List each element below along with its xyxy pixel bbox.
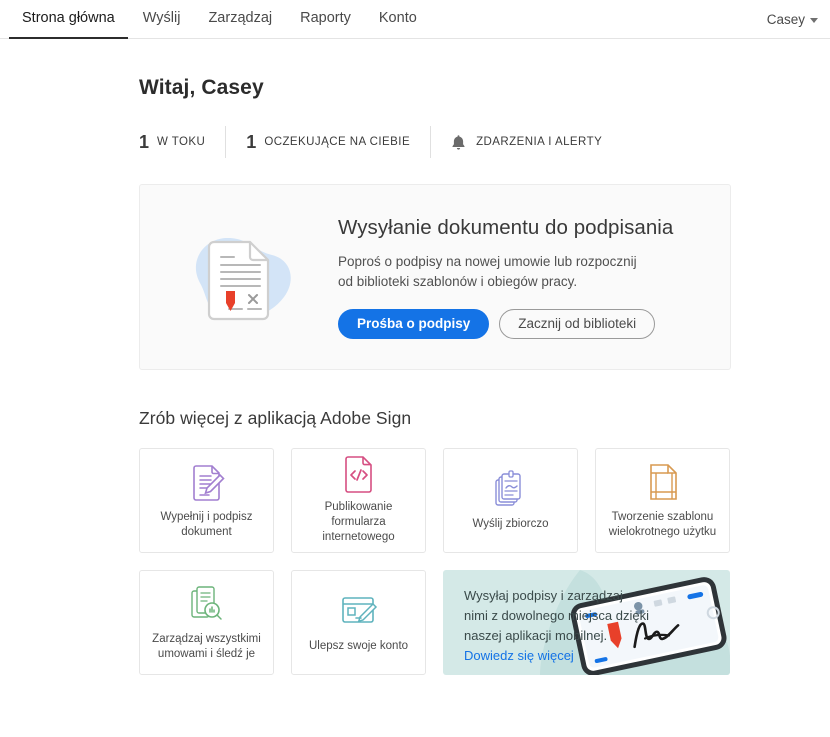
feature-tiles-row-2: Zarządzaj wszystkimi umowami i śledź je … <box>139 570 731 675</box>
tab-label: Zarządzaj <box>208 10 273 26</box>
status-summary-bar: 1 W TOKU 1 OCZEKUJĄCE NA CIEBIE ZDARZENI… <box>139 126 731 158</box>
tab-raporty[interactable]: Raporty <box>286 0 365 38</box>
reusable-template-icon <box>647 460 679 504</box>
stat-label: W TOKU <box>157 136 206 148</box>
stat-in-progress[interactable]: 1 W TOKU <box>139 126 225 158</box>
feature-tiles-row-1: Wypełnij i podpisz dokument Publikowanie <box>139 448 731 553</box>
account-menu[interactable]: Casey <box>767 0 830 38</box>
hero-text-block: Wysyłanie dokumentu do podpisania Poproś… <box>310 216 673 339</box>
account-name: Casey <box>766 11 805 27</box>
tab-zarzadzaj[interactable]: Zarządzaj <box>194 0 286 38</box>
stat-events-and-alerts[interactable]: ZDARZENIA I ALERTY <box>430 126 622 158</box>
page-body: Witaj, Casey 1 W TOKU 1 OCZEKUJĄCE NA CI… <box>0 39 830 675</box>
stat-label: ZDARZENIA I ALERTY <box>476 136 603 148</box>
content-column: Witaj, Casey 1 W TOKU 1 OCZEKUJĄCE NA CI… <box>139 39 731 675</box>
tile-label: Ulepsz swoje konto <box>308 640 409 652</box>
web-form-code-icon <box>343 454 375 494</box>
tab-label: Strona główna <box>22 10 115 26</box>
stat-count: 1 <box>246 132 257 152</box>
upgrade-account-icon <box>340 589 378 633</box>
top-navigation-bar: Strona główna Wyślij Zarządzaj Raporty K… <box>0 0 830 39</box>
tab-strona-glowna[interactable]: Strona główna <box>8 0 129 39</box>
tile-create-reusable-template[interactable]: Tworzenie szablonu wielokrotnego użytku <box>595 448 730 553</box>
tile-label: Tworzenie szablonu wielokrotnego użytku <box>608 510 717 538</box>
page-title: Witaj, Casey <box>139 76 264 99</box>
promo-learn-more-link[interactable]: Dowiedz się więcej <box>464 648 574 663</box>
tab-konto[interactable]: Konto <box>365 0 431 38</box>
promo-description: Wysyłaj podpisy i zarządzaj nimi z dowol… <box>464 588 649 643</box>
tile-manage-agreements[interactable]: Zarządzaj wszystkimi umowami i śledź je <box>139 570 274 675</box>
tab-label: Raporty <box>300 10 351 26</box>
send-in-bulk-icon <box>493 467 529 511</box>
nav-items: Strona główna Wyślij Zarządzaj Raporty K… <box>8 0 431 39</box>
chevron-down-icon <box>810 17 818 23</box>
request-signatures-button[interactable]: Prośba o podpisy <box>338 308 490 339</box>
tile-send-in-bulk[interactable]: Wyślij zbiorczo <box>443 448 578 553</box>
stat-waiting-for-you[interactable]: 1 OCZEKUJĄCE NA CIEBIE <box>225 126 430 158</box>
tile-label: Wypełnij i podpisz dokument <box>160 510 253 538</box>
bell-icon <box>451 134 466 151</box>
tab-label: Wyślij <box>142 10 181 26</box>
hero-description: Poproś o podpisy na nowej umowie lub roz… <box>338 253 637 289</box>
hero-actions: Prośba o podpisy Zacznij od biblioteki <box>338 308 673 339</box>
manage-agreements-icon <box>189 582 225 626</box>
start-from-library-button[interactable]: Zacznij od biblioteki <box>499 308 656 339</box>
tab-wyslij[interactable]: Wyślij <box>129 0 195 38</box>
tile-upgrade-account[interactable]: Ulepsz swoje konto <box>291 570 426 675</box>
mobile-app-promo-card[interactable]: Wysyłaj podpisy i zarządzaj nimi z dowol… <box>443 570 730 675</box>
promo-text: Wysyłaj podpisy i zarządzaj nimi z dowol… <box>464 586 649 666</box>
tab-label: Konto <box>378 10 417 26</box>
fill-and-sign-icon <box>189 460 225 504</box>
stat-count: 1 <box>139 132 150 152</box>
hero-title: Wysyłanie dokumentu do podpisania <box>338 215 674 239</box>
send-document-hero-card: Wysyłanie dokumentu do podpisania Poproś… <box>139 184 731 370</box>
tile-publish-web-form[interactable]: Publikowanie formularza internetowego <box>291 448 426 553</box>
tile-fill-and-sign[interactable]: Wypełnij i podpisz dokument <box>139 448 274 553</box>
tile-label: Zarządzaj wszystkimi umowami i śledź je <box>152 632 261 660</box>
tile-label: Publikowanie formularza internetowego <box>322 501 395 543</box>
stat-label: OCZEKUJĄCE NA CIEBIE <box>264 136 411 148</box>
tile-label: Wyślij zbiorczo <box>472 518 549 530</box>
document-signature-icon <box>170 217 310 337</box>
section-title: Zrób więcej z aplikacją Adobe Sign <box>139 408 412 428</box>
